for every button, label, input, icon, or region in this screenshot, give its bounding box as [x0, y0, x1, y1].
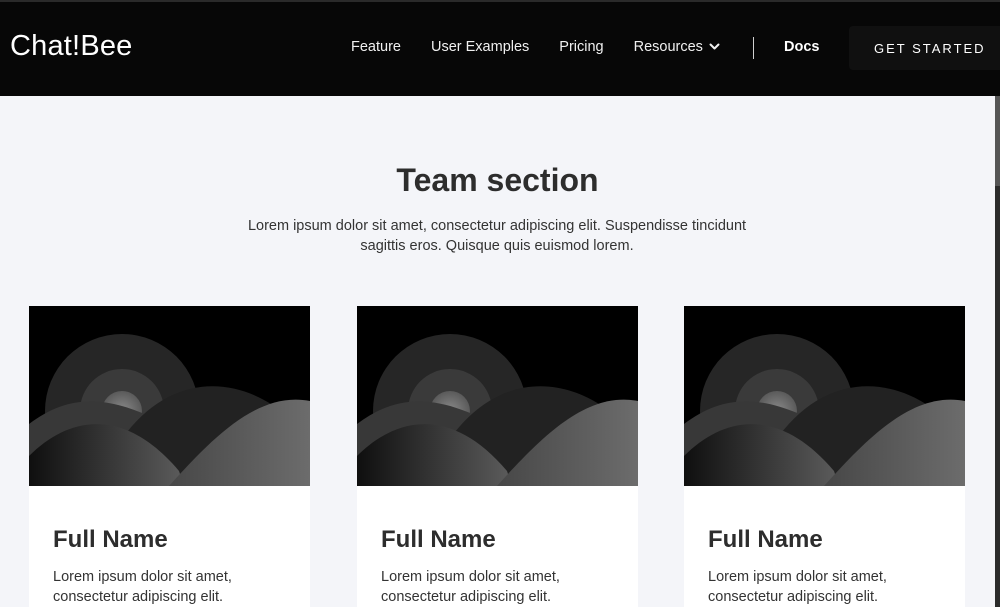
team-member-card: Full Name Lorem ipsum dolor sit amet, co…	[357, 306, 638, 607]
team-section-subtitle: Lorem ipsum dolor sit amet, consectetur …	[247, 218, 747, 254]
member-name: Full Name	[53, 526, 168, 553]
top-navbar: Chat!Bee Feature User Examples Pricing R…	[0, 0, 1000, 96]
nav-link-pricing[interactable]: Pricing	[559, 39, 603, 55]
member-name: Full Name	[708, 526, 823, 553]
chevron-down-icon	[709, 43, 720, 50]
nav-link-user-examples[interactable]: User Examples	[431, 39, 529, 55]
member-description: Lorem ipsum dolor sit amet, consectetur …	[708, 569, 887, 605]
nav-link-feature[interactable]: Feature	[351, 39, 401, 55]
team-member-card: Full Name Lorem ipsum dolor sit amet, co…	[29, 306, 310, 607]
nav-links: Feature User Examples Pricing Resources	[351, 39, 720, 55]
team-member-card: Full Name Lorem ipsum dolor sit amet, co…	[684, 306, 965, 607]
nav-resources-label: Resources	[633, 39, 703, 55]
brand-logo[interactable]: Chat!Bee	[10, 30, 133, 63]
member-photo-placeholder	[357, 306, 638, 486]
member-name: Full Name	[381, 526, 496, 553]
navbar-top-border	[0, 0, 1000, 2]
member-description: Lorem ipsum dolor sit amet, consectetur …	[381, 569, 560, 605]
nav-resources-dropdown[interactable]: Resources	[634, 39, 720, 55]
member-photo-placeholder	[29, 306, 310, 486]
get-started-button[interactable]: GET STARTED	[849, 26, 1000, 70]
member-description: Lorem ipsum dolor sit amet, consectetur …	[53, 569, 232, 605]
nav-divider	[753, 37, 754, 59]
nav-link-docs[interactable]: Docs	[784, 39, 819, 55]
member-photo-placeholder	[684, 306, 965, 486]
team-section-title: Team section	[396, 162, 599, 198]
scrollbar-thumb[interactable]	[995, 96, 1000, 186]
